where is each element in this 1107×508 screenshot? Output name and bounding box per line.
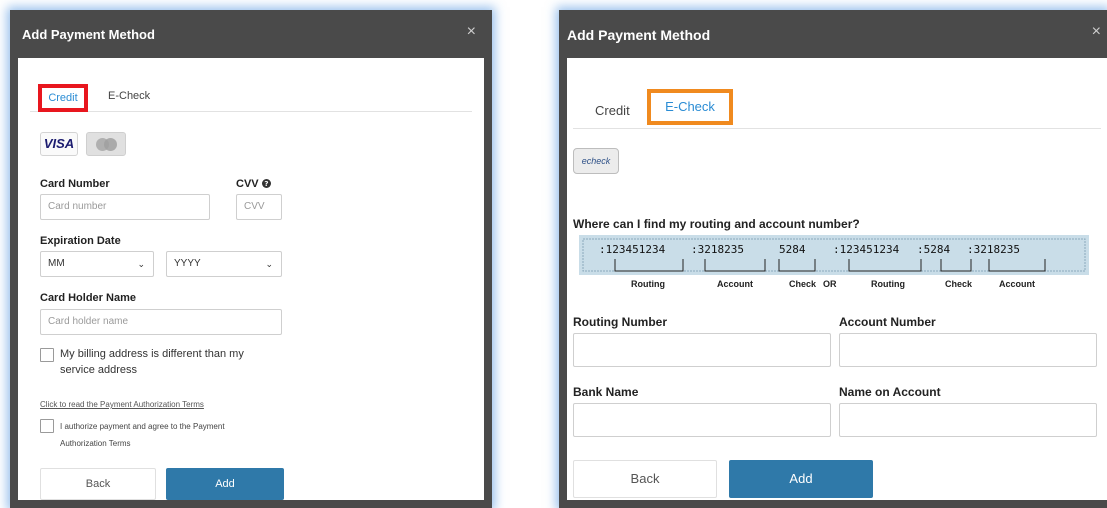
- echeck-logo-icon: echeck: [573, 148, 619, 174]
- diagram-label-routing: Routing: [631, 279, 665, 289]
- mastercard-icon: [86, 132, 126, 156]
- account-number-label: Account Number: [839, 315, 936, 329]
- chevron-down-icon: ⌄: [137, 259, 145, 269]
- card-number-input[interactable]: Card number: [40, 194, 210, 220]
- diagram-label-check: Check: [789, 279, 817, 289]
- back-button[interactable]: Back: [573, 460, 717, 498]
- check-micr-diagram: :123451234 :3218235 5284 :123451234 :528…: [579, 235, 1089, 275]
- dialog-body: Credit E-Check echeck Where can I find m…: [567, 65, 1107, 500]
- dialog-title: Add Payment Method: [567, 27, 711, 43]
- year-value: YYYY: [174, 258, 201, 269]
- dialog-body: Credit E-Check VISA Card Number Card num…: [18, 58, 484, 500]
- bank-name-input[interactable]: [573, 403, 831, 437]
- card-holder-label: Card Holder Name: [40, 292, 136, 304]
- name-on-account-input[interactable]: [839, 403, 1097, 437]
- expiration-year-select[interactable]: YYYY ⌄: [166, 251, 282, 277]
- micr-routing-1: :123451234: [599, 243, 666, 256]
- diagram-label-or: OR: [823, 279, 837, 289]
- diagram-label-account-2: Account: [999, 279, 1035, 289]
- expiration-month-select[interactable]: MM ⌄: [40, 251, 154, 277]
- dialog-header: Add Payment Method ×: [10, 10, 492, 58]
- micr-account-1: :3218235: [691, 243, 744, 256]
- tab-credit[interactable]: Credit: [595, 103, 630, 118]
- name-on-account-label: Name on Account: [839, 385, 941, 399]
- payment-tabs: Credit E-Check: [573, 89, 1101, 129]
- bank-name-label: Bank Name: [573, 385, 639, 399]
- close-icon[interactable]: ×: [467, 23, 476, 41]
- expiration-date-label: Expiration Date: [40, 235, 121, 247]
- month-value: MM: [48, 258, 65, 269]
- diagram-label-routing-2: Routing: [871, 279, 905, 289]
- authorize-text: I authorize payment and agree to the Pay…: [60, 422, 225, 448]
- add-button[interactable]: Add: [729, 460, 873, 498]
- diagram-labels: Routing Account Check OR Routing Check A…: [567, 279, 1097, 293]
- terms-link[interactable]: Click to read the Payment Authorization …: [40, 400, 204, 409]
- add-button[interactable]: Add: [166, 468, 284, 500]
- account-number-input[interactable]: [839, 333, 1097, 367]
- dialog-header: Add Payment Method ×: [559, 10, 1107, 58]
- routing-number-input[interactable]: [573, 333, 831, 367]
- visa-card-icon: VISA: [40, 132, 78, 156]
- tab-echeck[interactable]: E-Check: [108, 90, 150, 102]
- payment-tabs: Credit E-Check: [30, 76, 472, 112]
- micr-routing-2: :123451234: [833, 243, 900, 256]
- add-payment-dialog-credit: Add Payment Method × Credit E-Check VISA…: [10, 10, 492, 508]
- screenshot-stage: Add Payment Method × Credit E-Check VISA…: [0, 0, 1107, 508]
- question-circle-icon[interactable]: ?: [261, 179, 271, 188]
- card-number-label: Card Number: [40, 178, 110, 190]
- micr-account-2: :3218235: [967, 243, 1020, 256]
- diagram-label-account: Account: [717, 279, 753, 289]
- back-button[interactable]: Back: [40, 468, 156, 500]
- routing-number-label: Routing Number: [573, 315, 667, 329]
- micr-check-2: :5284: [917, 243, 950, 256]
- add-payment-dialog-echeck: Add Payment Method × Credit E-Check eche…: [559, 10, 1107, 508]
- card-holder-input[interactable]: Card holder name: [40, 309, 282, 335]
- chevron-down-icon: ⌄: [265, 259, 273, 269]
- tab-credit[interactable]: Credit: [38, 84, 88, 112]
- billing-address-checkbox[interactable]: [40, 348, 54, 362]
- dialog-title: Add Payment Method: [22, 27, 155, 42]
- cvv-label: CVV ?: [236, 178, 271, 190]
- routing-help-question: Where can I find my routing and account …: [573, 217, 860, 231]
- tab-echeck[interactable]: E-Check: [647, 89, 733, 125]
- svg-text:?: ?: [264, 179, 268, 188]
- authorize-checkbox[interactable]: [40, 419, 54, 433]
- cvv-input[interactable]: CVV: [236, 194, 282, 220]
- diagram-label-check-2: Check: [945, 279, 973, 289]
- billing-address-text: My billing address is different than my …: [60, 348, 244, 376]
- close-icon[interactable]: ×: [1092, 23, 1101, 41]
- micr-check-1: 5284: [779, 243, 806, 256]
